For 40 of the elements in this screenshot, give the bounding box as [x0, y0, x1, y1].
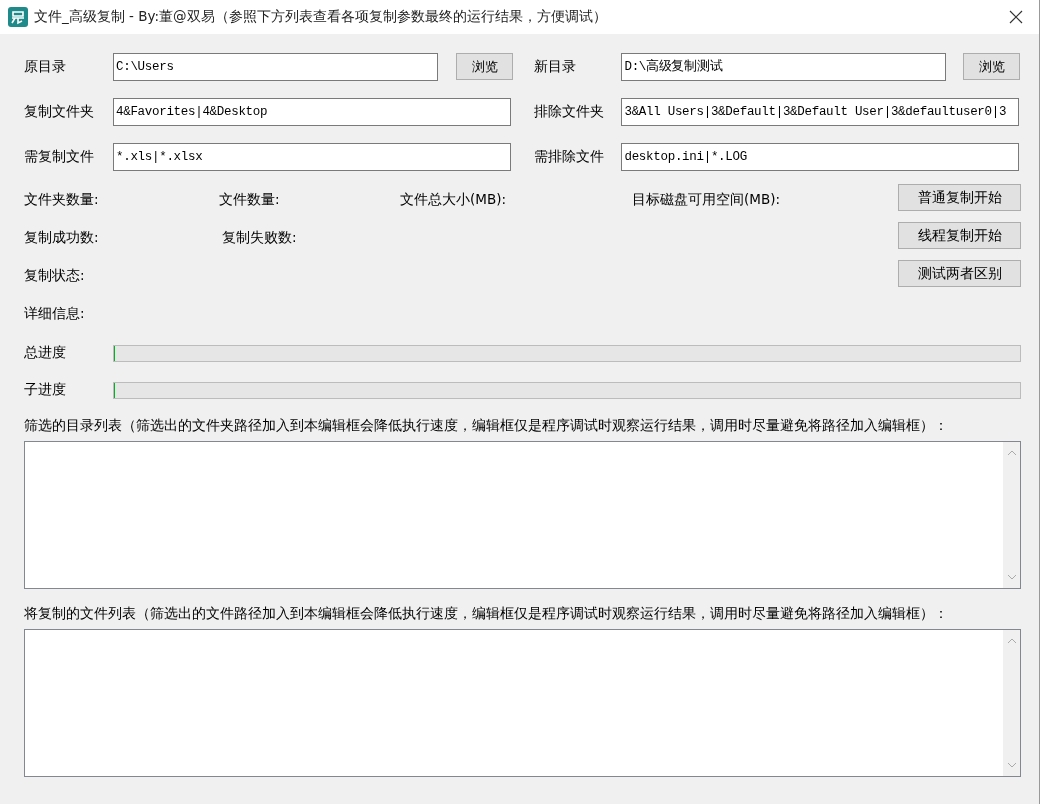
text-field[interactable]: C:\Users: [113, 52, 438, 81]
progress-label: 子进度: [24, 381, 67, 399]
field-label: 原目录: [24, 57, 67, 76]
scroll-up-icon[interactable]: [1006, 450, 1017, 456]
stat-label: 复制成功数:: [24, 229, 99, 247]
scroll-down-icon[interactable]: [1006, 574, 1017, 580]
close-icon[interactable]: [1009, 10, 1023, 24]
action-button[interactable]: 测试两者区别: [898, 260, 1021, 287]
stat-label: 复制失败数:: [222, 229, 297, 247]
list-label: 将复制的文件列表（筛选出的文件路径加入到本编辑框会降低执行速度，编辑框仅是程序调试时观察运行结果，调用时尽量避免将路径加入编辑框）：: [24, 605, 949, 623]
scroll-up-icon[interactable]: [1006, 638, 1017, 644]
scroll-down-icon[interactable]: [1006, 762, 1017, 768]
app-logo-icon: [8, 7, 28, 27]
field-label: 排除文件夹: [534, 102, 606, 121]
action-button[interactable]: 普通复制开始: [898, 184, 1021, 211]
list-label: 筛选的目录列表（筛选出的文件夹路径加入到本编辑框会降低执行速度，编辑框仅是程序调试时观察运行结果，调用时尽量避免将路径加入编辑框）：: [24, 417, 949, 435]
browse-button[interactable]: 浏览: [456, 53, 513, 80]
stat-label: 复制状态:: [24, 267, 85, 285]
text-area[interactable]: [24, 629, 1021, 777]
field-label: 新目录: [534, 57, 578, 76]
scrollbar[interactable]: [1003, 442, 1020, 588]
stat-label: 文件总大小(MB):: [400, 191, 506, 209]
stat-label: 详细信息:: [24, 305, 85, 323]
scrollbar[interactable]: [1003, 630, 1020, 776]
text-field[interactable]: D:\高级复制测试: [621, 52, 947, 81]
text-field[interactable]: desktop.ini|*.LOG: [621, 142, 1020, 171]
stat-label: 文件数量:: [219, 191, 280, 209]
stat-label: 目标磁盘可用空间(MB):: [632, 191, 780, 209]
progress-label: 总进度: [24, 344, 67, 362]
field-label: 复制文件夹: [24, 102, 95, 121]
window-title: 文件_高级复制 - By:董@双易（参照下方列表查看各项复制参数最终的运行结果，方便调试）: [34, 8, 608, 26]
text-field[interactable]: *.xls|*.xlsx: [113, 142, 511, 171]
stat-label: 文件夹数量:: [24, 191, 99, 209]
text-field[interactable]: 4&Favorites|4&Desktop: [113, 97, 511, 126]
field-label: 需排除文件: [534, 147, 606, 166]
text-field[interactable]: 3&All Users|3&Default|3&Default User|3&defaultuser0|3: [621, 97, 1020, 126]
field-label: 需复制文件: [24, 147, 95, 166]
browse-button[interactable]: 浏览: [963, 53, 1021, 80]
action-button[interactable]: 线程复制开始: [898, 222, 1021, 249]
text-area[interactable]: [24, 441, 1021, 589]
